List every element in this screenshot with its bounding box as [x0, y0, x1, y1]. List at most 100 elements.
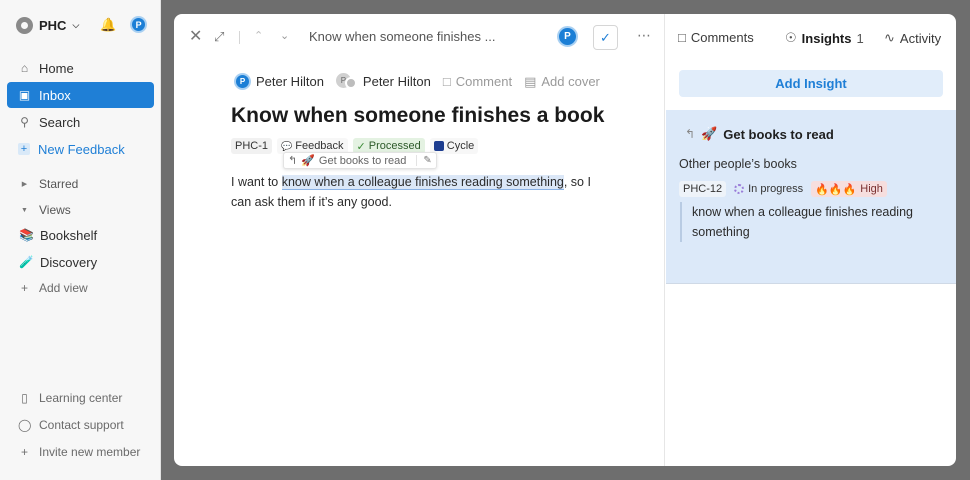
- mark-processed-button[interactable]: ✓: [593, 25, 618, 50]
- sidebar-view-discovery[interactable]: 🧪 Discovery: [7, 249, 154, 275]
- comment-icon: □: [442, 74, 451, 89]
- sidebar-section-starred[interactable]: ▶ Starred: [7, 171, 154, 197]
- plus-icon: +: [20, 445, 28, 459]
- bell-icon[interactable]: 🔔: [100, 16, 116, 33]
- sidebar-item-home[interactable]: ⌂ Home: [7, 55, 154, 81]
- rocket-icon: 🚀: [701, 126, 718, 141]
- learning-center-link[interactable]: ▯ Learning center: [7, 385, 154, 411]
- tab-activity[interactable]: ∿ Activity: [884, 30, 941, 46]
- user-avatar[interactable]: P: [130, 16, 148, 33]
- sidebar-item-label: Home: [39, 60, 74, 76]
- breadcrumb-title: Know when someone finishes ...: [309, 29, 496, 44]
- feedback-body[interactable]: I want to know when a colleague finishes…: [231, 172, 591, 212]
- insight-parent: Other people’s books: [679, 157, 797, 171]
- home-icon: ⌂: [20, 61, 29, 75]
- tab-insights[interactable]: ☉ Insights 1: [785, 30, 864, 46]
- highlight-insight-tooltip[interactable]: ↰ 🚀 Get books to read ✎: [283, 152, 437, 169]
- plus-icon: +: [18, 143, 30, 155]
- highlighted-text[interactable]: know when a colleague finishes reading s…: [281, 175, 564, 190]
- caret-right-icon: ▶: [21, 181, 28, 188]
- invite-member-link[interactable]: + Invite new member: [7, 439, 154, 465]
- sidebar-item-search[interactable]: ⚲ Search: [7, 109, 154, 135]
- feedback-title[interactable]: Know when someone finishes a book: [231, 104, 604, 128]
- company-avatar: [344, 77, 357, 89]
- expand-icon[interactable]: ⤢: [214, 29, 224, 45]
- priority-chip[interactable]: 🔥🔥🔥 High: [811, 181, 887, 197]
- tab-label: Comments: [690, 30, 754, 45]
- sidebar-view-bookshelf[interactable]: 📚 Bookshelf: [7, 222, 154, 248]
- company-contact[interactable]: P Peter Hilton: [335, 73, 431, 90]
- activity-icon: ∿: [884, 30, 895, 45]
- add-view-label: Add view: [39, 281, 88, 295]
- books-icon: 📚: [19, 228, 34, 242]
- caret-down-icon: ▼: [21, 206, 28, 214]
- submitter-avatar: P: [234, 73, 251, 90]
- check-icon: ✓: [356, 140, 366, 153]
- insight-status-chip[interactable]: In progress: [730, 181, 807, 197]
- chevron-up-icon[interactable]: ⌃: [254, 28, 263, 44]
- add-insight-button[interactable]: Add Insight: [679, 70, 943, 97]
- search-icon: ⚲: [20, 115, 29, 129]
- chevron-down-icon: ⌵: [72, 19, 80, 30]
- contact-support-link[interactable]: ◯ Contact support: [7, 412, 154, 438]
- insight-feature[interactable]: ↰ 🚀 Get books to read: [685, 126, 834, 142]
- insight-properties: PHC-12 In progress 🔥🔥🔥 High: [679, 181, 887, 197]
- side-panel-tabs: □ Comments ☉ Insights 1 ∿ Activity: [666, 14, 956, 60]
- contact-name: Peter Hilton: [362, 74, 431, 89]
- test-tube-icon: 🧪: [19, 255, 34, 269]
- section-label: Views: [39, 203, 71, 217]
- toolbar-divider: [239, 31, 240, 44]
- workspace-logo: [16, 16, 33, 34]
- close-icon[interactable]: ✕: [189, 29, 202, 45]
- contact-avatar: P: [335, 73, 358, 90]
- comment-button[interactable]: □ Comment: [443, 74, 512, 89]
- return-icon: ↰: [288, 155, 298, 167]
- in-progress-icon: [734, 184, 745, 194]
- sidebar-item-new-feedback[interactable]: + New Feedback: [7, 136, 154, 162]
- priority-label: High: [860, 183, 883, 195]
- section-label: Starred: [39, 177, 79, 191]
- tab-label: Insights: [801, 30, 852, 46]
- chevron-down-icon[interactable]: ⌄: [280, 28, 289, 44]
- tooltip-label: Get books to read: [318, 154, 407, 167]
- image-icon: ▤: [524, 73, 537, 89]
- tab-count: 1: [856, 30, 864, 46]
- sidebar: PHC ⌵ 🔔 P ⌂ Home ▣ Inbox ⚲ Search + New …: [0, 0, 161, 480]
- submitter[interactable]: P Peter Hilton: [234, 73, 324, 90]
- assignee-avatar[interactable]: P: [557, 26, 578, 47]
- add-cover-button[interactable]: ▤ Add cover: [524, 74, 600, 90]
- sidebar-item-inbox[interactable]: ▣ Inbox: [7, 82, 154, 108]
- sidebar-section-views[interactable]: ▼ Views: [7, 197, 154, 223]
- add-view-button[interactable]: + Add view: [7, 275, 154, 301]
- cycle-chip[interactable]: Cycle: [429, 138, 479, 154]
- insight-status-label: In progress: [748, 183, 804, 195]
- speech-bubble-icon: 💬: [281, 140, 293, 151]
- tab-comments[interactable]: □ Comments: [678, 30, 754, 45]
- add-cover-label: Add cover: [541, 74, 600, 89]
- inbox-icon: ▣: [18, 88, 31, 102]
- lightbulb-icon: ☉: [785, 30, 797, 45]
- book-icon: ▯: [21, 391, 28, 405]
- footer-label: Learning center: [39, 391, 123, 405]
- workspace-switcher[interactable]: PHC ⌵: [16, 14, 79, 36]
- more-options-icon[interactable]: ⋯: [637, 27, 652, 44]
- rocket-icon: 🚀: [301, 155, 315, 167]
- view-label: Discovery: [40, 254, 98, 270]
- sidebar-item-label: Inbox: [39, 87, 71, 103]
- feedback-modal: ✕ ⤢ ⌃ ⌄ Know when someone finishes ... P…: [174, 14, 956, 466]
- feedback-people-row: P Peter Hilton P Peter Hilton □ Comment …: [234, 73, 600, 90]
- comment-label: Comment: [455, 74, 513, 89]
- comment-icon: □: [678, 30, 686, 45]
- submitter-name: Peter Hilton: [256, 74, 324, 89]
- side-panel: □ Comments ☉ Insights 1 ∿ Activity Add I…: [666, 14, 956, 466]
- cycle-label: Cycle: [446, 140, 475, 152]
- return-icon: ↰: [685, 127, 696, 141]
- footer-label: Invite new member: [39, 445, 141, 459]
- edit-icon[interactable]: ✎: [416, 155, 432, 166]
- insight-card[interactable]: ↰ 🚀 Get books to read Other people’s boo…: [666, 110, 956, 284]
- body-text-before: I want to: [231, 175, 282, 189]
- status-label: Processed: [368, 140, 421, 152]
- tab-label: Activity: [899, 30, 942, 46]
- feedback-detail-pane: ✕ ⤢ ⌃ ⌄ Know when someone finishes ... P…: [174, 14, 665, 466]
- insight-quote: know when a colleague finishes reading s…: [680, 202, 930, 242]
